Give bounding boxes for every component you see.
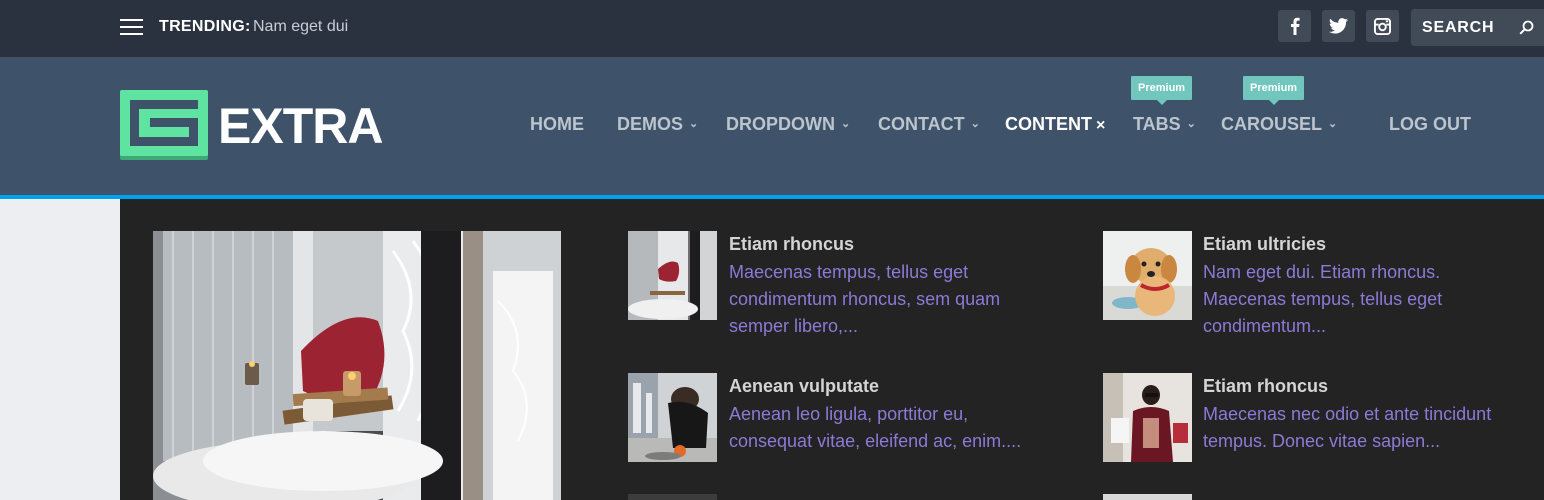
post-title[interactable]: Aenean vulputate [729, 376, 879, 397]
twitter-icon[interactable] [1322, 10, 1355, 42]
search-icon[interactable] [1519, 20, 1534, 35]
nav-contact[interactable]: CONTACT ⌄ [878, 114, 980, 135]
trending-label: TRENDING: [159, 18, 251, 35]
chevron-down-icon: ⌄ [1328, 118, 1338, 130]
post-thumbnail[interactable] [1103, 373, 1192, 462]
nav-log-out[interactable]: LOG OUT [1389, 114, 1471, 135]
post-thumbnail[interactable] [1103, 231, 1192, 320]
chevron-down-icon: ⌄ [970, 118, 980, 130]
post-excerpt: Aenean leo ligula, porttitor eu, consequ… [729, 404, 1022, 451]
post-title[interactable]: Etiam ultricies [1203, 234, 1326, 255]
premium-badge-tabs: Premium [1131, 76, 1193, 105]
post-title[interactable]: Etiam rhoncus [1203, 376, 1328, 397]
post-thumbnail[interactable] [628, 373, 717, 462]
nav-tabs[interactable]: TABS ⌄ [1133, 114, 1196, 135]
post-thumbnail[interactable] [628, 231, 717, 320]
trending-headline-link[interactable]: Nam eget dui [253, 18, 348, 36]
post-excerpt: Nam eget dui. Etiam rhoncus. Maecenas te… [1203, 262, 1443, 336]
nav-carousel[interactable]: CAROUSEL ⌄ [1221, 114, 1337, 135]
logo-wordmark[interactable]: EXTRA [218, 97, 383, 155]
post-thumbnail-partial[interactable] [1103, 494, 1192, 500]
chevron-down-icon: ⌄ [841, 118, 851, 130]
top-bar: TRENDING: Nam eget dui SEARCH [0, 0, 1544, 57]
featured-post-image[interactable] [153, 231, 561, 500]
search-placeholder: SEARCH [1422, 19, 1495, 36]
nav-home[interactable]: HOME [530, 114, 584, 135]
nav-content[interactable]: CONTENT × [1005, 114, 1105, 135]
premium-badge-carousel: Premium [1243, 76, 1305, 105]
facebook-icon[interactable] [1278, 10, 1311, 42]
close-icon[interactable]: × [1096, 117, 1105, 134]
post-excerpt: Maecenas nec odio et ante tincidunt temp… [1203, 404, 1492, 451]
hamburger-menu-icon[interactable] [120, 19, 143, 37]
logo-mark-icon[interactable] [120, 90, 210, 160]
search-input[interactable]: SEARCH [1411, 9, 1544, 46]
nav-demos[interactable]: DEMOS ⌄ [617, 114, 698, 135]
instagram-icon[interactable] [1366, 10, 1399, 42]
nav-dropdown[interactable]: DROPDOWN ⌄ [726, 114, 850, 135]
chevron-down-icon: ⌄ [689, 118, 699, 130]
chevron-down-icon: ⌄ [1186, 118, 1196, 130]
post-thumbnail-partial[interactable] [628, 494, 717, 500]
post-title[interactable]: Etiam rhoncus [729, 234, 854, 255]
post-excerpt: Maecenas tempus, tellus eget condimentum… [729, 262, 1001, 336]
